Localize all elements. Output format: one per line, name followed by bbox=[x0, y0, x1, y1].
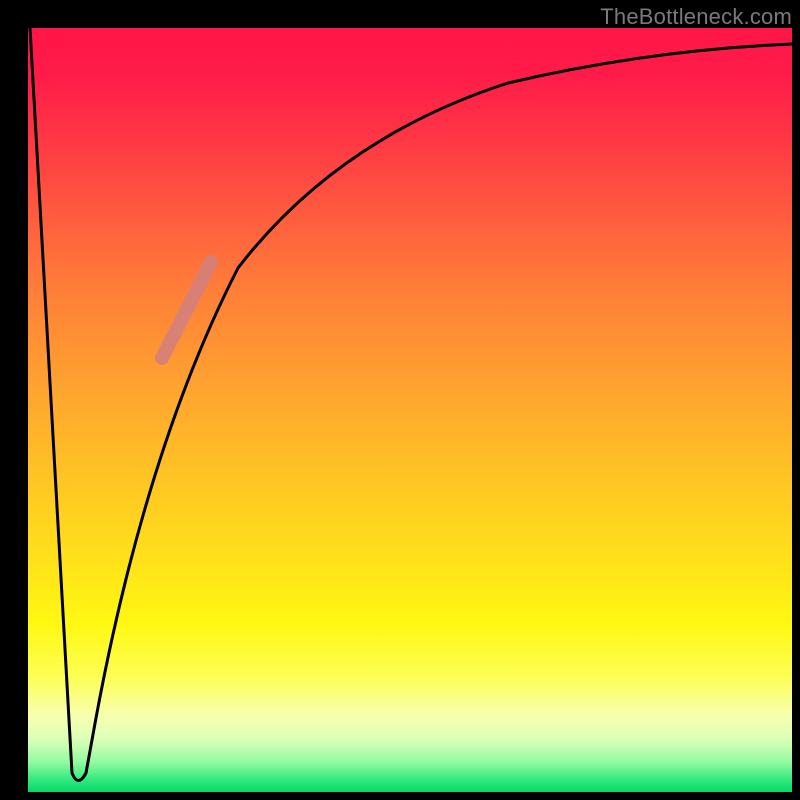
curve-layer bbox=[28, 28, 792, 792]
curve-left-branch bbox=[30, 28, 86, 781]
attribution-label: TheBottleneck.com bbox=[600, 4, 792, 30]
curve-right-branch bbox=[86, 44, 792, 773]
plot-area bbox=[28, 28, 792, 792]
chart-container: TheBottleneck.com bbox=[0, 0, 800, 800]
